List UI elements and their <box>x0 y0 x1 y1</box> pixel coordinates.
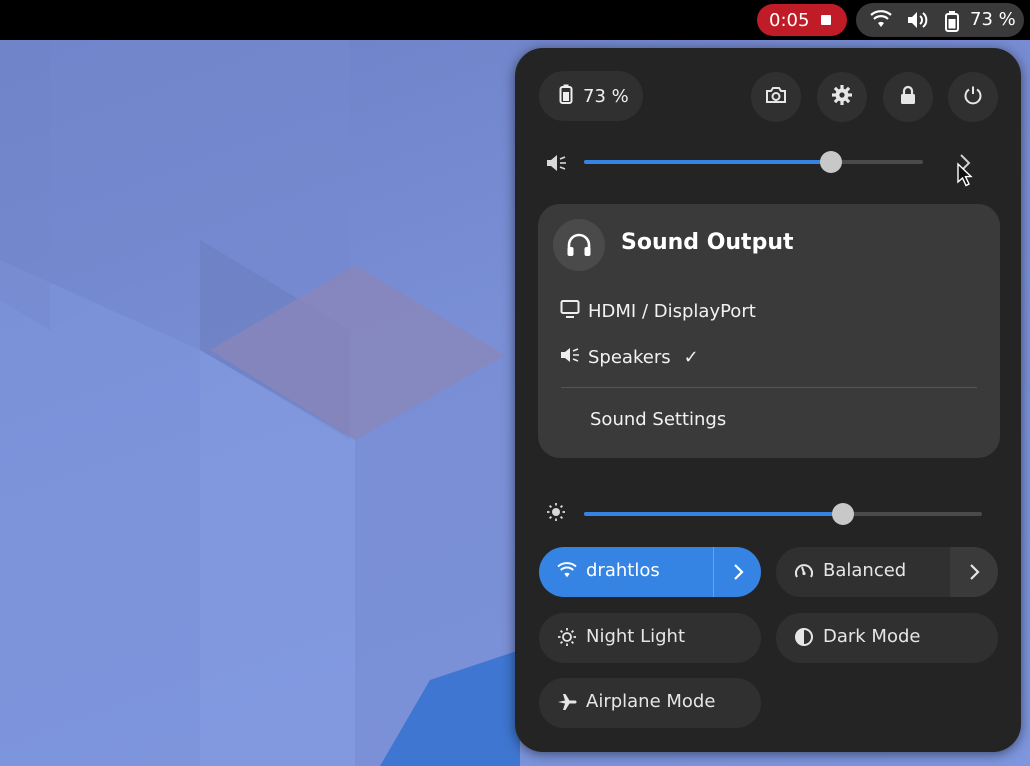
stop-recording-icon[interactable] <box>821 15 831 25</box>
sound-output-device-hdmi[interactable]: HDMI / DisplayPort <box>560 299 756 324</box>
quick-settings-panel: 73 % Sound Output HDMI / DisplayPort Spe… <box>515 48 1021 752</box>
airplane-mode-label: Airplane Mode <box>586 691 716 712</box>
dark-mode-toggle[interactable]: Dark Mode <box>776 613 998 663</box>
dark-mode-icon <box>794 627 814 652</box>
battery-level-label: 73 % <box>583 85 629 107</box>
brightness-slider[interactable] <box>584 503 982 525</box>
wifi-icon <box>557 562 577 585</box>
battery-icon <box>559 84 573 109</box>
power-mode-toggle[interactable]: Balanced <box>776 547 998 597</box>
airplane-icon <box>557 692 577 717</box>
settings-button[interactable] <box>817 72 867 122</box>
top-bar: 0:05 73 % <box>0 0 1030 40</box>
volume-slider-handle[interactable] <box>820 151 843 173</box>
volume-icon <box>906 10 928 34</box>
lock-screen-button[interactable] <box>883 72 933 122</box>
brightness-icon <box>546 502 566 526</box>
night-light-icon <box>557 627 577 652</box>
screen-recording-indicator[interactable]: 0:05 <box>757 4 847 36</box>
wifi-network-label: drahtlos <box>586 560 660 581</box>
dark-mode-label: Dark Mode <box>823 626 921 647</box>
wifi-toggle[interactable]: drahtlos <box>539 547 761 597</box>
battery-icon <box>944 10 960 36</box>
speaker-muted-icon[interactable] <box>545 152 567 178</box>
power-mode-label: Balanced <box>823 560 907 581</box>
wifi-icon <box>870 10 892 34</box>
night-light-label: Night Light <box>586 626 685 647</box>
sound-output-title: Sound Output <box>621 230 794 255</box>
power-icon <box>963 85 983 109</box>
selected-checkmark: ✓ <box>683 347 699 368</box>
headphones-icon <box>553 219 605 271</box>
screenshot-icon <box>765 85 787 109</box>
volume-slider-fill <box>584 160 832 164</box>
device-label: Speakers <box>588 347 671 368</box>
monitor-icon <box>560 299 580 324</box>
sound-settings-link[interactable]: Sound Settings <box>590 409 726 430</box>
menu-divider <box>561 387 977 388</box>
sound-output-device-speakers[interactable]: Speakers ✓ <box>560 345 699 370</box>
screenshot-button[interactable] <box>751 72 801 122</box>
night-light-toggle[interactable]: Night Light <box>539 613 761 663</box>
system-status-menu[interactable]: 73 % <box>856 3 1024 37</box>
brightness-slider-handle[interactable] <box>831 503 854 525</box>
power-mode-menu-arrow[interactable] <box>950 547 998 597</box>
recording-time: 0:05 <box>769 9 810 31</box>
battery-percentage: 73 % <box>970 9 1016 30</box>
volume-slider[interactable] <box>584 151 923 173</box>
settings-icon <box>831 84 853 110</box>
lock-icon <box>899 85 917 109</box>
brightness-slider-fill <box>584 512 843 516</box>
power-off-button[interactable] <box>948 72 998 122</box>
battery-status-chip[interactable]: 73 % <box>539 71 643 121</box>
power-profile-icon <box>794 561 814 586</box>
airplane-mode-toggle[interactable]: Airplane Mode <box>539 678 761 728</box>
speaker-icon <box>560 345 580 370</box>
wifi-menu-arrow[interactable] <box>713 547 761 597</box>
sound-output-menu: Sound Output HDMI / DisplayPort Speakers… <box>538 204 1000 458</box>
device-label: HDMI / DisplayPort <box>588 301 756 322</box>
mouse-pointer-icon <box>956 162 974 192</box>
